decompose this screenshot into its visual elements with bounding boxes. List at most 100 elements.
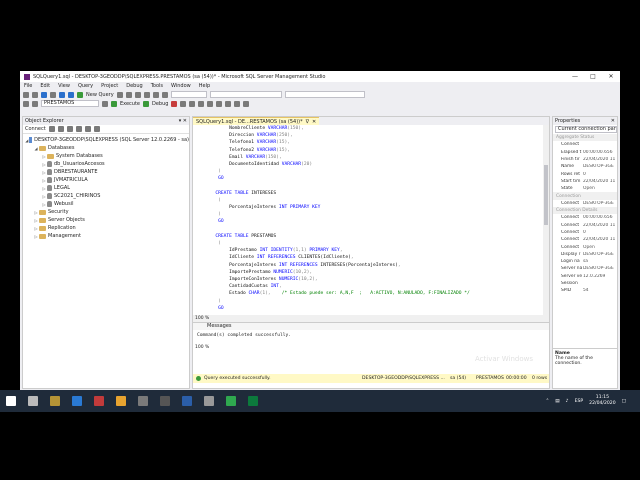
connect-button[interactable]: Connect: [25, 126, 46, 132]
menu-help[interactable]: Help: [199, 83, 210, 89]
pin-icon[interactable]: ∇: [306, 119, 309, 125]
menu-view[interactable]: View: [58, 83, 70, 89]
cut-icon[interactable]: [125, 91, 132, 98]
database-selector[interactable]: PRESTAMOS: [41, 100, 99, 107]
menu-debug[interactable]: Debug: [126, 83, 142, 89]
property-row[interactable]: Start tim 22/04/2020 11: [553, 178, 617, 185]
filter-icon[interactable]: [75, 126, 82, 132]
results-zoom[interactable]: 100 %: [193, 345, 209, 350]
refresh-icon[interactable]: [84, 126, 91, 132]
property-row[interactable]: Server ve 12.0.2269: [553, 273, 617, 280]
notifications-icon[interactable]: □: [622, 399, 626, 404]
paste-icon[interactable]: [143, 91, 150, 98]
save-all-icon[interactable]: [68, 91, 74, 98]
tree-node[interactable]: ▷ Webusil: [23, 200, 189, 208]
panel-pin-icon[interactable]: ▾ ✕: [179, 118, 187, 124]
network-icon[interactable]: ▤: [555, 399, 559, 404]
execute-icon[interactable]: [111, 100, 117, 107]
plan-icon[interactable]: [189, 100, 196, 107]
connect-icon[interactable]: [23, 100, 29, 107]
tree-node[interactable]: ▷ LEGAL: [23, 184, 189, 192]
app-icon-3[interactable]: [204, 396, 214, 406]
execute-button[interactable]: Execute: [120, 101, 140, 107]
property-row[interactable]: Name DESKTOP-3GE: [553, 163, 617, 170]
results-file-icon[interactable]: [216, 100, 223, 107]
taskbar-clock[interactable]: 11:15 22/04/2020: [589, 395, 615, 407]
forward-icon[interactable]: [32, 91, 38, 98]
activity-monitor-icon[interactable]: [93, 126, 100, 132]
comment-icon[interactable]: [225, 100, 232, 107]
mail-icon[interactable]: [72, 396, 82, 406]
property-row[interactable]: Session: [553, 280, 617, 287]
back-icon[interactable]: [23, 91, 29, 98]
results-grid-icon[interactable]: [207, 100, 214, 107]
db-engine-query-icon[interactable]: [116, 91, 123, 98]
tree-node[interactable]: ▷ Server Objects: [23, 216, 189, 224]
change-connection-icon[interactable]: [32, 100, 38, 107]
property-row[interactable]: Rows ret 0: [553, 170, 617, 177]
indent-icon[interactable]: [243, 100, 250, 107]
debug-button[interactable]: Debug: [152, 101, 168, 107]
chrome-icon[interactable]: [116, 396, 126, 406]
excel-icon[interactable]: [248, 396, 258, 406]
minimize-icon[interactable]: —: [566, 73, 584, 80]
property-row[interactable]: Connect DESKTOP-3GE: [553, 200, 617, 207]
property-row[interactable]: Connect 22/04/2020 11: [553, 236, 617, 243]
copy-icon[interactable]: [134, 91, 141, 98]
save-icon[interactable]: [59, 91, 65, 98]
language-indicator[interactable]: ESP: [575, 399, 584, 404]
tree-node[interactable]: ▷ System Databases: [23, 152, 189, 160]
property-row[interactable]: Connect 22/04/2020 11: [553, 222, 617, 229]
undo-icon[interactable]: [152, 91, 159, 98]
tree-node[interactable]: ▷ Replication: [23, 224, 189, 232]
dropdown-arrow-icon[interactable]: [102, 100, 108, 107]
tree-node[interactable]: ▷ Management: [23, 232, 189, 240]
maximize-icon[interactable]: □: [584, 73, 602, 80]
property-row[interactable]: Connect Open: [553, 243, 617, 250]
title-bar[interactable]: SQLQuery1.sql - DESKTOP-3GEODDP\SQLEXPRE…: [20, 71, 620, 82]
tab-sqlquery1[interactable]: SQLQuery1.sql - DE...RESTAMOS (sa (54))*…: [193, 117, 320, 125]
parse-icon[interactable]: [180, 100, 187, 107]
task-view-icon[interactable]: [28, 396, 38, 406]
property-row[interactable]: Connect 00:00:00.656: [553, 214, 617, 221]
property-row[interactable]: Login na sa: [553, 258, 617, 265]
stop-icon[interactable]: [66, 126, 73, 132]
tab-close-icon[interactable]: ✕: [312, 119, 316, 125]
menu-edit[interactable]: Edit: [40, 83, 50, 89]
property-category[interactable]: Connection Details: [553, 206, 617, 215]
tree-node[interactable]: ◢ DESKTOP-3GEODDP\SQLEXPRESS (SQL Server …: [23, 136, 189, 144]
file-explorer-icon[interactable]: [50, 396, 60, 406]
property-row[interactable]: Elapsed t 00:00:00.656: [553, 149, 617, 156]
tree-node[interactable]: ▷ db_UsuariosAccesos: [23, 160, 189, 168]
property-row[interactable]: Finish tir 22/04/2020 11: [553, 156, 617, 163]
menu-tools[interactable]: Tools: [151, 83, 163, 89]
new-query-button[interactable]: New Query: [86, 92, 114, 98]
tree-node[interactable]: ▷ Security: [23, 208, 189, 216]
tree-node[interactable]: ▷ SC2021_CHIRINOS: [23, 192, 189, 200]
office-icon[interactable]: [94, 396, 104, 406]
property-category[interactable]: Connection: [553, 192, 617, 200]
properties-object-selector[interactable]: Current connection par: [555, 126, 617, 133]
scrollbar-thumb[interactable]: [544, 165, 548, 225]
properties-close-icon[interactable]: ✕: [611, 118, 615, 124]
sql-code-editor[interactable]: NombreCliente VARCHAR(150), Direccion VA…: [193, 125, 549, 315]
property-row[interactable]: SPID 54: [553, 287, 617, 294]
results-text-icon[interactable]: [198, 100, 205, 107]
tree-node[interactable]: ◢ Databases: [23, 144, 189, 152]
uncomment-icon[interactable]: [234, 100, 241, 107]
disconnect-icon[interactable]: [57, 126, 64, 132]
property-row[interactable]: State Open: [553, 185, 617, 192]
editor-zoom[interactable]: 100 %: [193, 315, 549, 322]
connect-dropdown-icon[interactable]: [48, 126, 55, 132]
menu-project[interactable]: Project: [101, 83, 118, 89]
solution-config-combo[interactable]: [170, 91, 207, 98]
menu-window[interactable]: Window: [171, 83, 191, 89]
new-project-icon[interactable]: [41, 91, 47, 98]
redo-icon[interactable]: [161, 91, 168, 98]
target-combo[interactable]: [284, 91, 365, 98]
editor-vertical-scrollbar[interactable]: [543, 125, 549, 315]
property-row[interactable]: Connect 0: [553, 229, 617, 236]
cancel-query-icon[interactable]: [171, 100, 178, 107]
windows-start-icon[interactable]: [6, 396, 16, 406]
tab-messages[interactable]: Messages: [193, 323, 549, 330]
